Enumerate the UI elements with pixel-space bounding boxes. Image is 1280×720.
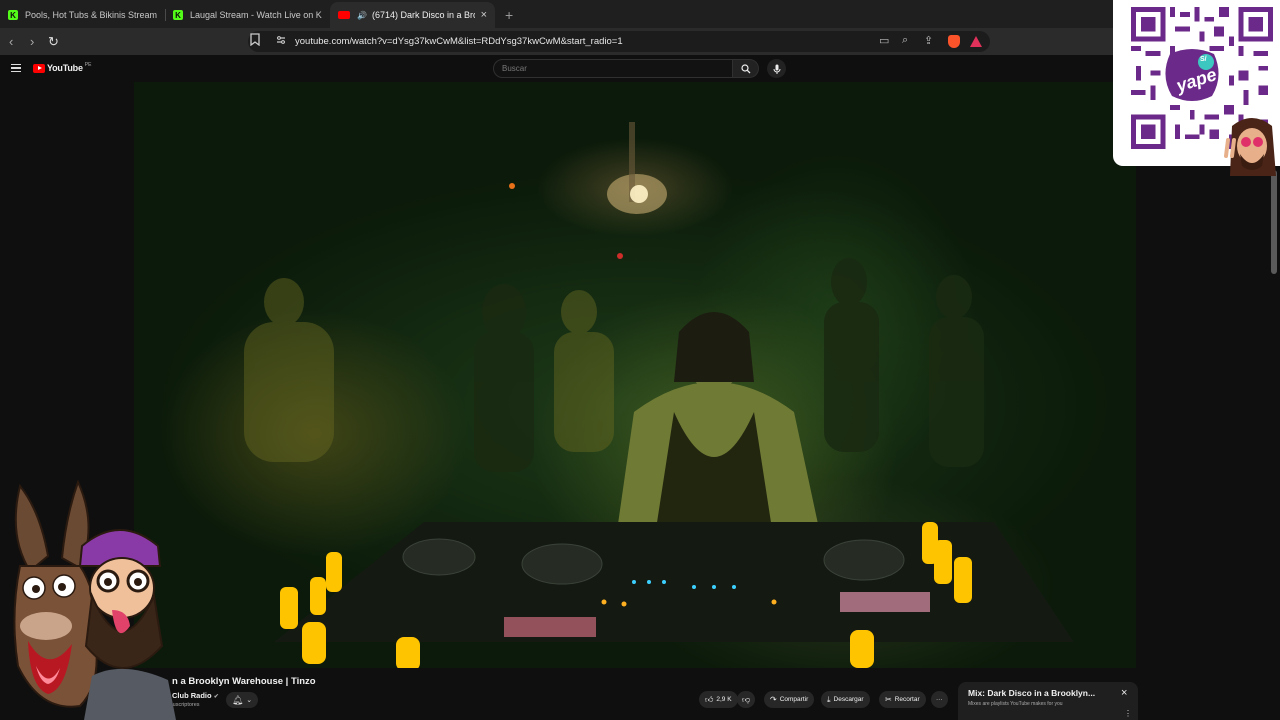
verified-icon: ✔ xyxy=(213,694,219,700)
video-title: n a Brooklyn Warehouse | Tinzo xyxy=(172,676,316,687)
notification-bell-button[interactable]: 🔔︎ ⌄ xyxy=(226,692,258,708)
menu-icon[interactable] xyxy=(11,64,21,72)
chevron-down-icon: ⌄ xyxy=(246,697,253,704)
tab-laugal-stream[interactable]: K Laugal Stream - Watch Live on Kick xyxy=(165,2,330,28)
youtube-header: YouTube PE Buscar xyxy=(0,55,1280,82)
tab-title: Pools, Hot Tubs & Bikinis Streaming xyxy=(25,10,157,20)
thumbs-up-icon: 👍︎ xyxy=(705,694,714,704)
share-icon[interactable]: ⇪ xyxy=(924,34,933,47)
search-placeholder: Buscar xyxy=(502,64,527,73)
share-icon: ↷ xyxy=(770,695,777,704)
youtube-logo[interactable]: YouTube PE xyxy=(33,62,92,73)
more-actions-button[interactable]: ··· xyxy=(931,691,948,708)
youtube-icon xyxy=(338,11,350,19)
download-button[interactable]: ⤓ Descargar xyxy=(821,691,870,708)
streamer-mascot-overlay xyxy=(13,479,176,720)
kick-icon: K xyxy=(8,10,18,20)
forward-icon[interactable]: › xyxy=(30,33,34,50)
close-icon[interactable]: × xyxy=(1121,687,1127,699)
share-button[interactable]: ↷ Compartir xyxy=(764,691,815,708)
country-code: PE xyxy=(84,62,92,68)
like-count: 2,9 K xyxy=(716,696,732,703)
browser-tab-strip: K Pools, Hot Tubs & Bikinis Streaming K … xyxy=(0,0,1280,28)
bell-icon: 🔔︎ xyxy=(231,694,244,705)
back-icon[interactable]: ‹ xyxy=(9,33,13,50)
brave-rewards-icon[interactable] xyxy=(970,36,982,47)
more-icon: ··· xyxy=(936,696,943,703)
download-label: Descargar xyxy=(833,696,864,703)
clip-label: Recortar xyxy=(894,696,920,703)
cast-icon[interactable]: ▭ xyxy=(879,34,889,47)
clip-button[interactable]: ✂ Recortar xyxy=(879,691,926,708)
bookmark-icon[interactable] xyxy=(250,33,260,49)
thumbs-down-icon: 👎︎ xyxy=(742,694,751,704)
tab-title: (6714) Dark Disco in a Brooklyn xyxy=(371,10,475,20)
new-tab-button[interactable]: + xyxy=(495,2,523,28)
reload-icon[interactable]: ↻ xyxy=(48,33,59,50)
like-button[interactable]: 👍︎ 2,9 K xyxy=(699,691,738,708)
more-vertical-icon[interactable]: ⋮ xyxy=(1124,709,1132,718)
speaker-icon[interactable]: 🔊 xyxy=(357,11,367,20)
download-icon: ⤓ xyxy=(827,694,831,704)
search-input[interactable]: Buscar xyxy=(493,59,733,78)
mix-subtitle: Mixes are playlists YouTube makes for yo… xyxy=(968,701,1063,707)
page-scrollbar[interactable] xyxy=(1271,170,1277,274)
video-info-bar: n a Brooklyn Warehouse | Tinzo Club Radi… xyxy=(0,668,1280,720)
youtube-play-icon xyxy=(33,63,45,73)
share-label: Compartir xyxy=(779,696,809,703)
microphone-icon xyxy=(773,64,780,74)
tab-close-button[interactable]: × xyxy=(481,9,487,21)
mix-title: Mix: Dark Disco in a Brooklyn... xyxy=(968,688,1096,698)
video-player[interactable]: BOOKCLUB xyxy=(134,82,1136,668)
browser-toolbar: ‹ › ↻ youtube.com/watch?v=dYsg37kwCwM&li… xyxy=(0,28,1280,55)
voice-search-button[interactable] xyxy=(767,59,786,78)
address-bar[interactable]: youtube.com/watch?v=dYsg37kwCwM&list=RDd… xyxy=(248,31,990,52)
tab-pools-stream[interactable]: K Pools, Hot Tubs & Bikinis Streaming xyxy=(0,2,165,28)
tab-title: Laugal Stream - Watch Live on Kick xyxy=(190,10,322,20)
mix-playlist-panel: Mix: Dark Disco in a Brooklyn... Mixes a… xyxy=(958,682,1138,720)
video-frame xyxy=(244,122,1074,668)
screen: K Pools, Hot Tubs & Bikinis Streaming K … xyxy=(0,0,1280,720)
tab-youtube-dark-disco[interactable]: 🔊 (6714) Dark Disco in a Brooklyn × xyxy=(330,2,495,28)
search-icon xyxy=(740,63,750,73)
site-info-icon[interactable] xyxy=(276,35,286,48)
url-text: youtube.com/watch?v=dYsg37kwCwM&list=RDd… xyxy=(295,36,623,47)
yape-badge: S/ xyxy=(1200,56,1207,63)
brave-shields-icon[interactable] xyxy=(948,35,960,48)
scissors-icon: ✂ xyxy=(885,695,892,704)
dislike-button[interactable]: 👎︎ xyxy=(737,691,756,708)
search-button[interactable] xyxy=(733,59,759,78)
streamer-peace-sticker xyxy=(1224,118,1276,176)
kick-icon: K xyxy=(173,10,183,20)
youtube-logo-text: YouTube xyxy=(47,63,83,73)
zoom-icon[interactable]: ⌕ xyxy=(902,34,908,47)
